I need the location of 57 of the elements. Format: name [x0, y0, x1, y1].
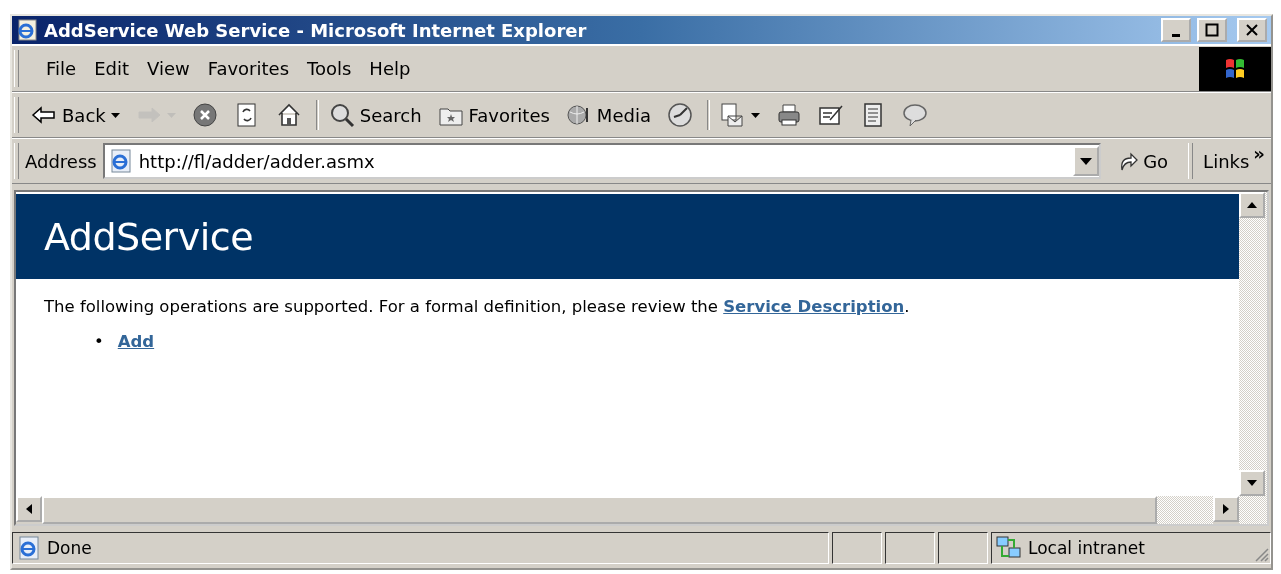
page-icon [108, 149, 133, 173]
page-icon [17, 536, 41, 560]
media-button[interactable]: Media [559, 99, 657, 131]
bullet: • [94, 332, 104, 351]
window-title: AddService Web Service - Microsoft Internet Explorer [44, 19, 588, 41]
status-text: Done [47, 538, 92, 558]
triangle-icon [1221, 504, 1231, 514]
caret-icon [750, 112, 760, 118]
maximize-button[interactable] [1197, 18, 1227, 42]
printer-icon [775, 102, 802, 128]
stop-icon [191, 102, 218, 128]
minimize-button[interactable] [1161, 18, 1191, 42]
page-heading: AddService [44, 214, 253, 259]
operation-link[interactable]: Add [117, 332, 155, 351]
scrollbar-corner [1239, 496, 1267, 524]
close-icon [1245, 23, 1259, 37]
address-label: Address [25, 150, 97, 172]
scroll-down-button[interactable] [1239, 470, 1265, 496]
links-button[interactable]: Links [1199, 146, 1254, 176]
scroll-left-button[interactable] [16, 496, 42, 522]
menu-item[interactable]: Edit [85, 54, 138, 83]
triangle-icon [1247, 478, 1257, 488]
service-description-link[interactable]: Service Description [723, 297, 905, 316]
mail-icon [719, 102, 746, 128]
menu-item[interactable]: View [138, 54, 199, 83]
search-icon [328, 102, 355, 128]
menu-item[interactable]: Favorites [198, 54, 298, 83]
status-panel [832, 532, 882, 564]
zone-text: Local intranet [1028, 538, 1145, 558]
scroll-right-button[interactable] [1213, 496, 1239, 522]
menu-item[interactable]: Tools [298, 54, 361, 83]
triangle-icon [24, 504, 34, 514]
menu-item[interactable]: File [37, 54, 86, 83]
clock-icon [666, 102, 693, 128]
status-panel [885, 532, 935, 564]
back-button[interactable]: Back [25, 99, 126, 131]
maximize-icon [1205, 23, 1219, 37]
vertical-scrollbar[interactable] [1239, 192, 1267, 496]
speech-bubble-icon [901, 102, 928, 128]
dropdown-button[interactable] [1073, 146, 1100, 176]
go-button[interactable]: Go [1107, 146, 1179, 176]
browser-icon [16, 19, 38, 41]
status-panel [938, 532, 988, 564]
intro-text: The following operations are supported. For a formal definition, please review the Service Description. [44, 297, 911, 316]
search-button[interactable]: Search [322, 99, 428, 131]
address-field[interactable]: http://fl/adder/adder.asmx [102, 143, 1102, 179]
resize-grip-icon[interactable] [1253, 546, 1269, 562]
triangle-icon [1247, 200, 1257, 210]
chevron-button[interactable]: » [1253, 143, 1265, 164]
caret-icon [1080, 157, 1093, 165]
favorites-button[interactable]: Favorites [431, 99, 556, 131]
network-icon [996, 536, 1022, 560]
scroll-up-button[interactable] [1239, 192, 1265, 218]
minimize-icon [1172, 33, 1180, 37]
caret-icon [110, 112, 120, 118]
menu-item[interactable]: Help [360, 54, 420, 83]
close-button[interactable] [1237, 18, 1267, 42]
